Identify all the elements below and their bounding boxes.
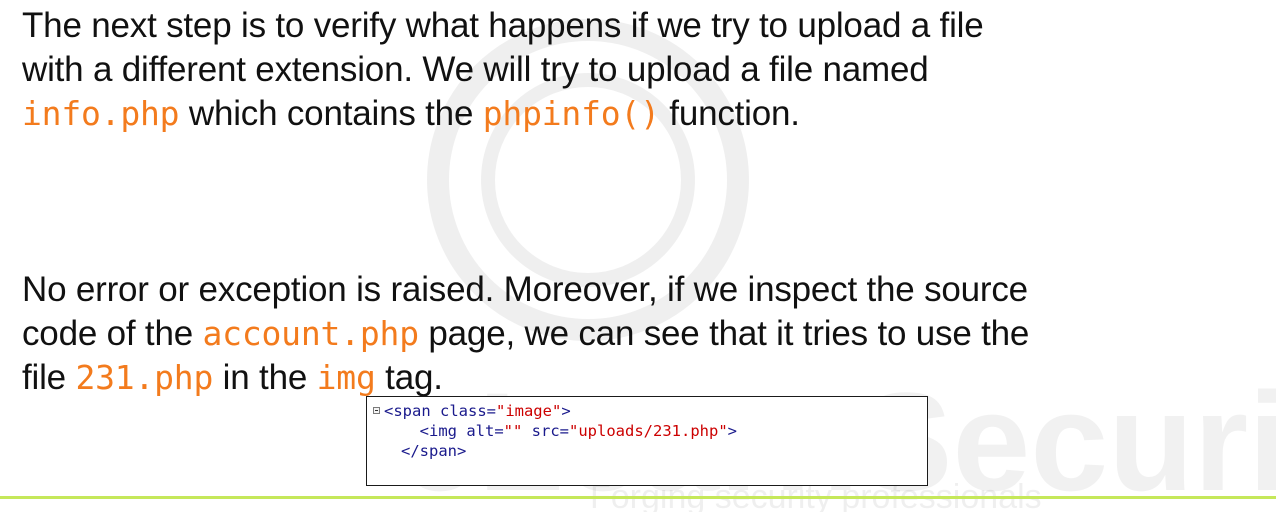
inline-code-page: account.php	[202, 314, 420, 353]
paragraph-line: info.php which contains the phpinfo() fu…	[22, 94, 800, 133]
paragraph-line: code of the account.php page, we can see…	[22, 314, 1030, 353]
paragraph-line: file 231.php in the img tag.	[22, 358, 443, 397]
paragraph-line: The next step is to verify what happens …	[22, 6, 984, 45]
source-code-snippet: <span class="image"> <img alt="" src="up…	[366, 396, 928, 486]
paragraph-line: with a different extension. We will try …	[22, 50, 929, 89]
paragraph-upload-step: The next step is to verify what happens …	[22, 4, 984, 136]
inline-code-filename: info.php	[22, 94, 180, 133]
code-line: <span class="image">	[373, 401, 927, 421]
inline-code-tag: img	[316, 358, 376, 397]
inline-code-function: phpinfo()	[482, 94, 660, 133]
collapse-toggle-icon[interactable]	[373, 407, 380, 414]
code-line: <img alt="" src="uploads/231.php">	[419, 422, 737, 440]
paragraph-line: No error or exception is raised. Moreove…	[22, 270, 1028, 309]
code-line: </span>	[401, 442, 467, 460]
inline-code-filename: 231.php	[75, 358, 214, 397]
paragraph-result: No error or exception is raised. Moreove…	[22, 268, 1029, 400]
bottom-divider	[0, 496, 1276, 499]
